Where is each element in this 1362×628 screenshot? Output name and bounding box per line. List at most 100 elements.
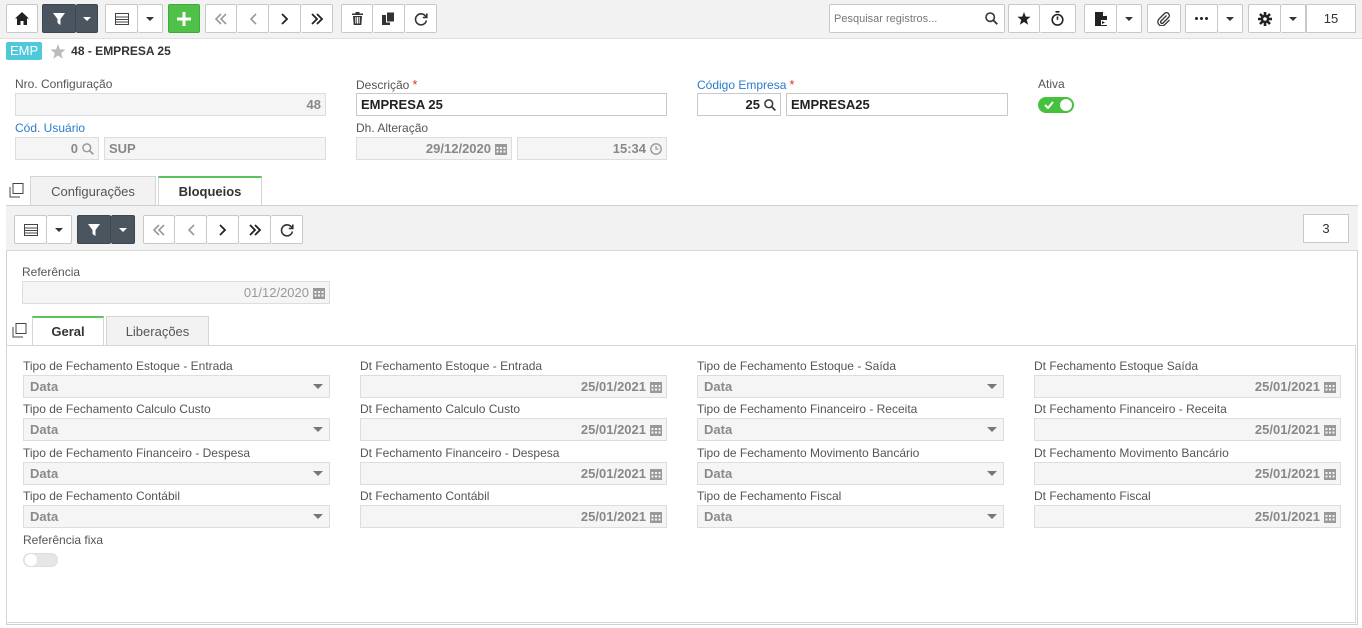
double-chevron-right-icon: [248, 223, 261, 236]
favorite-button[interactable]: [1008, 4, 1040, 33]
timer-button[interactable]: [1040, 4, 1076, 33]
closing-date-value: 25/01/2021: [580, 466, 646, 481]
search-icon[interactable]: [985, 12, 998, 25]
closing-date-value: 25/01/2021: [1254, 422, 1320, 437]
more-dropdown-button[interactable]: [1218, 4, 1243, 33]
last-record-button[interactable]: [301, 4, 333, 33]
report-button[interactable]: [1084, 4, 1117, 33]
closing-date-field[interactable]: 25/01/2021: [1034, 505, 1341, 528]
closing-type-select[interactable]: Data: [23, 505, 330, 528]
detail-grid-dropdown-button[interactable]: [47, 215, 72, 244]
first-record-button[interactable]: [205, 4, 237, 33]
closing-type-select[interactable]: Data: [697, 375, 1004, 398]
dh-alteracao-date-field[interactable]: 29/12/2020: [356, 137, 512, 160]
tab-geral[interactable]: Geral: [32, 316, 104, 346]
grid-view-button[interactable]: [105, 4, 138, 33]
closing-type-select[interactable]: Data: [23, 418, 330, 441]
tab-configuracoes[interactable]: Configurações: [30, 176, 156, 206]
windows-icon[interactable]: [12, 323, 27, 338]
dh-alteracao-date: 29/12/2020: [425, 141, 491, 156]
detail-filter-dropdown-button[interactable]: [111, 215, 135, 244]
delete-button[interactable]: [341, 4, 373, 33]
detail-filter-button[interactable]: [77, 215, 111, 244]
next-record-button[interactable]: [269, 4, 301, 33]
home-button[interactable]: [6, 4, 38, 33]
codigo-empresa-label[interactable]: Código Empresa *: [697, 77, 794, 92]
nro-config-label: Nro. Configuração: [15, 77, 113, 91]
required-asterisk-icon: *: [412, 77, 418, 92]
referencia-field[interactable]: 01/12/2020: [22, 281, 330, 304]
dh-alteracao-time-field[interactable]: 15:34: [517, 137, 667, 160]
breadcrumb: EMP 48 - EMPRESA 25: [6, 42, 171, 60]
closing-type-select[interactable]: Data: [697, 418, 1004, 441]
nro-config-field[interactable]: 48: [15, 93, 326, 116]
dropdown-arrow-icon: [987, 384, 997, 389]
closing-field-label: Dt Fechamento Financeiro - Receita: [1034, 402, 1227, 416]
cod-usuario-label[interactable]: Cód. Usuário: [15, 121, 85, 135]
closing-date-field[interactable]: 25/01/2021: [1034, 462, 1341, 485]
home-icon: [15, 12, 29, 25]
detail-grid-split-button: [14, 215, 72, 244]
closing-date-field[interactable]: 25/01/2021: [360, 462, 667, 485]
grid-dropdown-button[interactable]: [138, 4, 163, 33]
tab-liberacoes[interactable]: Liberações: [106, 316, 209, 346]
closing-date-field[interactable]: 25/01/2021: [1034, 418, 1341, 441]
filter-button[interactable]: [42, 4, 76, 33]
chevron-down-icon: [1226, 16, 1234, 21]
codigo-empresa-name-field[interactable]: EMPRESA25: [786, 93, 1008, 116]
search-icon[interactable]: [82, 142, 94, 155]
favorite-star-icon[interactable]: [50, 43, 66, 59]
dropdown-arrow-icon: [313, 384, 323, 389]
closing-type-select[interactable]: Data: [697, 505, 1004, 528]
codigo-empresa-code-field[interactable]: 25: [697, 93, 781, 116]
settings-dropdown-button[interactable]: [1281, 4, 1306, 33]
add-button[interactable]: [168, 4, 200, 33]
closing-field-label: Dt Fechamento Movimento Bancário: [1034, 446, 1229, 460]
search-icon[interactable]: [764, 98, 776, 111]
closing-date-field[interactable]: 25/01/2021: [1034, 375, 1341, 398]
detail-record-count-badge: 3: [1303, 214, 1349, 243]
detail-refresh-button[interactable]: [271, 215, 303, 244]
referencia-fixa-toggle[interactable]: [23, 553, 58, 567]
settings-button[interactable]: [1248, 4, 1281, 33]
detail-toolbar: 3: [6, 206, 1358, 251]
closing-type-select[interactable]: Data: [23, 375, 330, 398]
cod-usuario-code-field[interactable]: 0: [15, 137, 99, 160]
filter-icon: [53, 12, 65, 25]
closing-date-field[interactable]: 25/01/2021: [360, 505, 667, 528]
more-actions-button[interactable]: [1185, 4, 1218, 33]
ativa-toggle[interactable]: [1038, 97, 1074, 113]
attachment-button[interactable]: [1147, 4, 1181, 33]
report-dropdown-button[interactable]: [1117, 4, 1142, 33]
detail-grid-view-button[interactable]: [14, 215, 47, 244]
plus-icon: [177, 11, 191, 26]
closing-field-label: Tipo de Fechamento Estoque - Entrada: [23, 359, 233, 373]
closing-type-select[interactable]: Data: [697, 462, 1004, 485]
refresh-button[interactable]: [405, 4, 437, 33]
page-title: 48 - EMPRESA 25: [71, 44, 171, 58]
chevron-right-icon: [218, 223, 226, 236]
detail-last-button[interactable]: [239, 215, 271, 244]
ellipsis-icon: [1195, 17, 1208, 20]
windows-icon[interactable]: [9, 183, 24, 198]
detail-next-button[interactable]: [207, 215, 239, 244]
filter-dropdown-button[interactable]: [76, 4, 98, 33]
closing-type-value: Data: [30, 422, 59, 437]
cod-usuario-name-field[interactable]: SUP: [104, 137, 326, 160]
entity-badge: EMP: [6, 42, 43, 60]
descricao-field[interactable]: EMPRESA 25: [356, 93, 667, 116]
double-chevron-right-icon: [310, 12, 323, 25]
toggle-knob: [25, 554, 37, 566]
closing-field-label: Tipo de Fechamento Contábil: [23, 489, 180, 503]
closing-date-field[interactable]: 25/01/2021: [360, 375, 667, 398]
duplicate-button[interactable]: [373, 4, 405, 33]
detail-previous-button[interactable]: [175, 215, 207, 244]
closing-type-value: Data: [30, 509, 59, 524]
previous-record-button[interactable]: [237, 4, 269, 33]
closing-date-field[interactable]: 25/01/2021: [360, 418, 667, 441]
closing-type-select[interactable]: Data: [23, 462, 330, 485]
detail-first-button[interactable]: [143, 215, 175, 244]
search-input[interactable]: [830, 5, 980, 32]
calendar-icon: [1324, 468, 1336, 480]
tab-bloqueios[interactable]: Bloqueios: [158, 176, 262, 206]
